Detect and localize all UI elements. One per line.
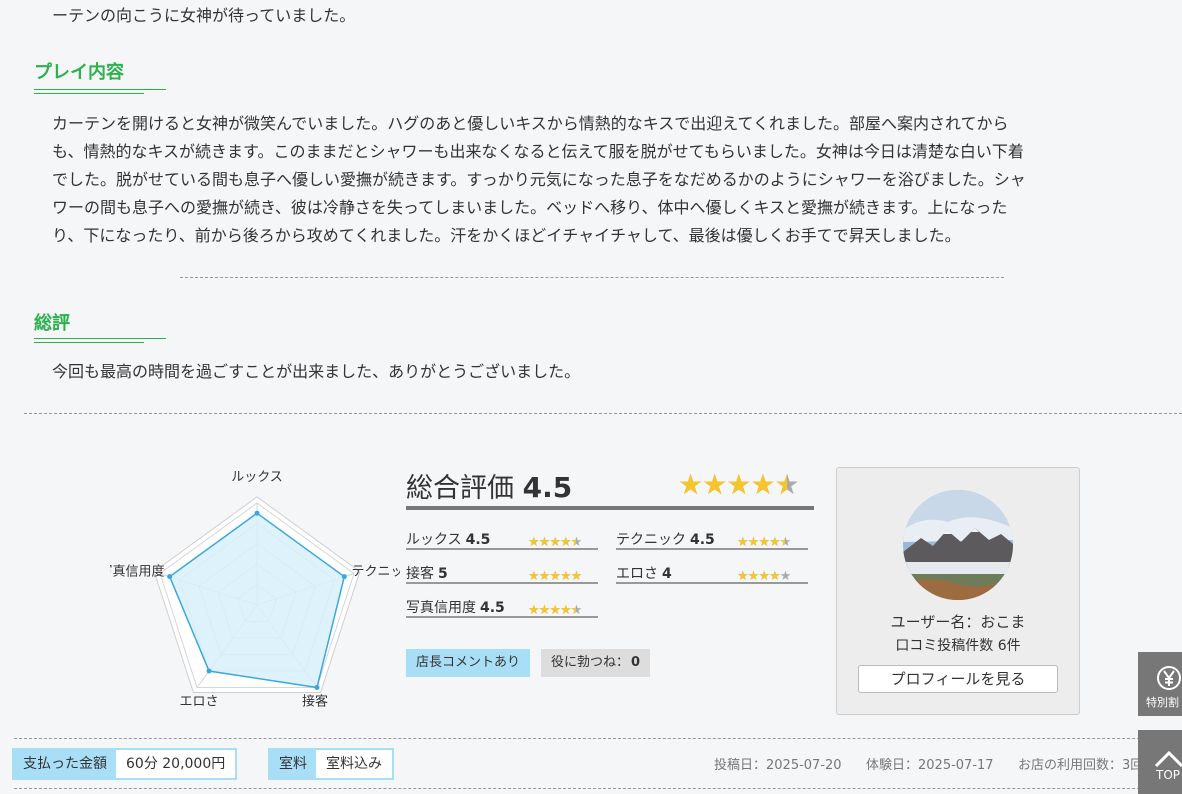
section-divider [180,277,1004,278]
manager-comment-badge[interactable]: 店長コメントあり [406,649,531,677]
section-divider [24,413,1182,414]
play-line: でした。脱がせている間も息子へ優しい愛撫が続きます。すっかり元気になった息子をな… [52,170,1026,189]
score-technique: テクニック 4.5 [616,529,715,549]
overall-underline [406,506,814,510]
heading-underline [34,338,166,339]
overall-label: 総合評価 [406,473,514,504]
score-looks: ルックス 4.5 [406,529,490,549]
heading-underline [34,89,166,90]
chevron-up-icon [1154,750,1182,768]
paid-value: 60分 20,000円 [116,750,236,778]
helpful-button[interactable]: 役に勃つね： 0 [541,649,651,677]
score-underline [406,548,598,550]
posted-date: 投稿日：2025-07-20 [714,758,842,773]
summary-heading: 総評 [34,313,70,334]
room-fee-box: 室料 室料込み [268,748,394,780]
experience-date: 体験日：2025-07-17 [866,758,994,773]
play-line: カーテンを開けると女神が微笑んでいました。ハグのあと優しいキスから情熱的なキスで… [52,114,1009,133]
profile-username: ユーザー名：おこま [890,613,1026,631]
profile-card: ユーザー名：おこま 口コミ投稿件数 6件 プロフィールを見る [836,467,1080,715]
overall-score: 総合評価 4.5 [406,466,572,505]
score-value: 4.5 [480,600,505,616]
yen-icon [1157,666,1181,690]
radar-point [167,574,173,580]
room-label: 室料 [270,750,316,778]
radar-chart: ルックステクニック接客 エロさ 写真信用度 [110,470,400,710]
paid-label: 支払った金額 [14,750,116,778]
special-discount-label: 特別割 [1146,696,1179,709]
play-text: カーテンを開けると女神が微笑んでいました。ハグのあと優しいキスから情熱的なキスで… [52,110,1132,250]
play-line: り、下になったり、前から後ろから攻めてくれました。汗をかくほどイチャイチャして、… [52,226,961,245]
score-label: エロさ [616,566,658,582]
star-icon: ★★ [774,468,800,501]
radar-axis-label: 写真信用度 [110,563,165,579]
score-value: 5 [438,566,448,582]
radar-point [254,510,260,516]
score-underline [406,582,598,584]
intro-text: ーテンの向こうに女神が待っていました。 [52,6,356,25]
score-ero: エロさ 4 [616,563,672,583]
score-value: 4.5 [465,532,491,548]
radar-axis-label: 接客 [302,694,328,710]
radar-axis-label: ルックス [231,470,283,485]
score-label: 写真信用度 [406,600,476,616]
score-underline [616,548,808,550]
radar-axis-label: テクニック [351,564,400,579]
back-to-top-label: TOP [1156,768,1181,782]
star-icon: ★★ [678,468,704,501]
heading-underline [34,93,144,94]
section-divider [14,738,1170,739]
overall-stars: ★★★★★★★★★★ [678,468,800,501]
play-heading: プレイ内容 [34,62,124,83]
helpful-count: 0 [631,655,641,670]
radar-axis-label: エロさ [180,695,219,710]
star-icon: ★★ [726,468,752,501]
star-icon: ★★ [702,468,728,501]
play-line: ワーの間も息子への愛撫が続き、彼は冷静さを失ってしまいました。ベッドへ移り、体中… [52,198,1008,217]
paid-amount-box: 支払った金額 60分 20,000円 [12,748,238,780]
section-divider [14,788,1170,789]
score-photo: 写真信用度 4.5 [406,597,505,617]
play-line: も、情熱的なキスが続きます。このままだとシャワーも出来なくなると伝えて服を脱がせ… [52,142,1024,161]
summary-text: 今回も最高の時間を過ごすことが出来ました、ありがとうございました。 [52,362,581,381]
view-profile-button[interactable]: プロフィールを見る [858,665,1058,693]
mountain-photo [903,490,1013,600]
score-value: 4.5 [690,532,715,548]
star-icon: ★★ [750,468,776,501]
score-underline [406,616,598,618]
room-value: 室料込み [316,750,392,778]
score-value: 4 [662,566,672,582]
score-underline [616,582,808,584]
avatar[interactable] [903,490,1013,600]
radar-point [341,574,347,580]
radar-point [206,668,212,674]
score-service: 接客 5 [406,563,448,583]
overall-value: 4.5 [522,471,573,504]
radar-point [314,685,320,691]
score-label: テクニック [616,532,686,548]
helpful-label: 役に勃つね： [551,655,630,670]
heading-underline [34,342,144,343]
profile-review-count: 口コミ投稿件数 6件 [895,638,1021,654]
score-label: ルックス [406,532,462,548]
back-to-top-button[interactable]: TOP [1138,730,1182,794]
score-label: 接客 [406,566,434,582]
special-discount-button[interactable]: 特別割 [1138,652,1182,716]
